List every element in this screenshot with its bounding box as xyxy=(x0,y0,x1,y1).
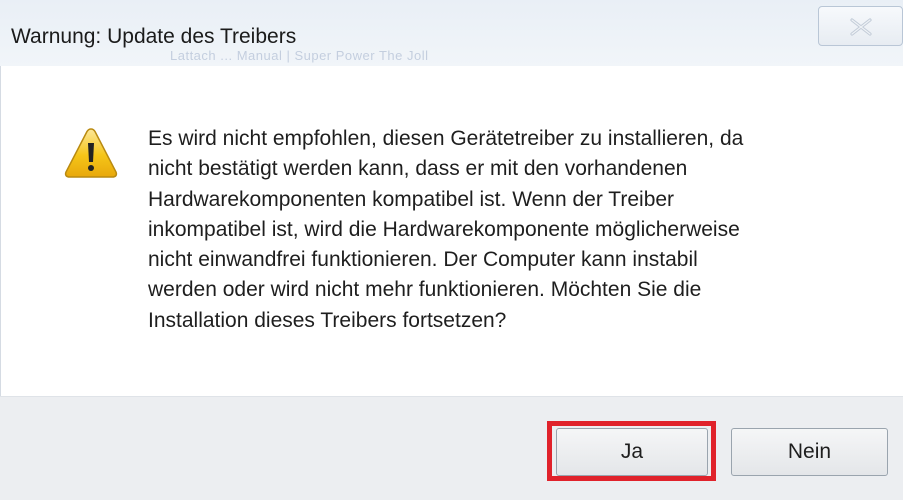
message-line: nicht bestätigt werden kann, dass er mit… xyxy=(148,157,688,181)
window-title: Warnung: Update des Treibers xyxy=(11,25,297,48)
close-icon xyxy=(850,18,872,36)
driver-warning-dialog: Lattach ... Manual | Super Power The Jol… xyxy=(0,0,903,500)
warning-message: Es wird nicht empfohlen, diesen Gerätetr… xyxy=(148,124,888,336)
dialog-content: Es wird nicht empfohlen, diesen Gerätetr… xyxy=(0,66,903,396)
message-line: Hardwarekomponenten kompatibel ist. Wenn… xyxy=(148,187,675,211)
yes-button[interactable]: Ja xyxy=(556,428,708,476)
message-line: inkompatibel ist, wird die Hardwarekompo… xyxy=(148,217,740,241)
message-line: Es wird nicht empfohlen, diesen Gerätetr… xyxy=(148,127,744,150)
button-bar: Ja Nein xyxy=(0,396,903,500)
message-line: werden oder wird nicht mehr funktioniere… xyxy=(148,278,702,302)
background-window-text: Lattach ... Manual | Super Power The Jol… xyxy=(170,48,429,63)
close-button[interactable] xyxy=(818,6,903,46)
message-line: nicht einwandfrei funktionieren. Der Com… xyxy=(148,248,698,272)
warning-icon xyxy=(64,128,118,178)
title-bar[interactable]: Lattach ... Manual | Super Power The Jol… xyxy=(0,0,903,66)
message-line: Installation dieses Treibers fortsetzen? xyxy=(148,308,507,332)
no-button[interactable]: Nein xyxy=(731,428,888,476)
